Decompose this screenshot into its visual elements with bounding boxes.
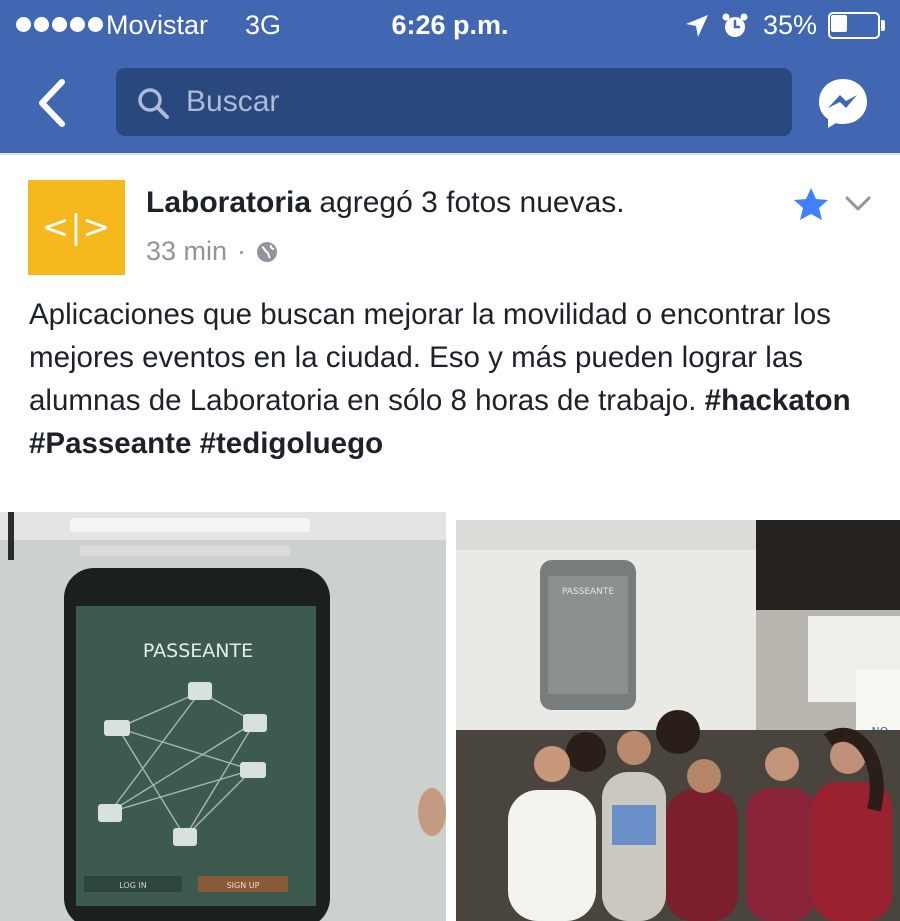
- search-placeholder: Buscar: [186, 85, 280, 118]
- status-bar: Movistar 3G 6:26 p.m. 35%: [0, 0, 900, 52]
- post-timestamp[interactable]: 33 min: [146, 236, 227, 267]
- hashtag-link[interactable]: #Passeante: [29, 427, 191, 460]
- search-input[interactable]: Buscar: [116, 68, 792, 136]
- photo-signup-label: SIGN UP: [227, 881, 260, 890]
- photo-login-label: LOG IN: [119, 881, 147, 890]
- hashtag-link[interactable]: #hackaton: [705, 384, 851, 417]
- post-photo-1[interactable]: PASSEANTE LOG IN SIGN UP: [0, 512, 446, 921]
- post-action: agregó 3 fotos nuevas.: [319, 186, 625, 219]
- meta-separator: ·: [237, 236, 247, 266]
- header-divider: [0, 153, 900, 155]
- back-chevron-icon[interactable]: [28, 76, 78, 130]
- photo2-app-title: PASSEANTE: [562, 587, 615, 597]
- app-header: Movistar 3G 6:26 p.m. 35% Buscar: [0, 0, 900, 153]
- hashtag-link[interactable]: #tedigoluego: [200, 427, 384, 460]
- search-icon: [138, 88, 169, 119]
- post-photo-2[interactable]: PASSEANTE NO: [456, 520, 900, 921]
- star-icon[interactable]: [792, 186, 830, 222]
- page-avatar[interactable]: <|>: [28, 180, 125, 275]
- page-name-link[interactable]: Laboratoria: [146, 186, 311, 219]
- post-meta: 33 min ·: [146, 236, 278, 267]
- photo-app-title: PASSEANTE: [143, 640, 253, 662]
- battery-icon: [828, 12, 886, 39]
- messenger-icon[interactable]: [816, 76, 870, 130]
- battery-percent: 35%: [763, 10, 818, 40]
- avatar-logo: <|>: [41, 207, 112, 246]
- chevron-down-icon[interactable]: [843, 190, 873, 216]
- alarm-icon: [722, 13, 748, 37]
- post-headline: Laboratoria agregó 3 fotos nuevas.: [146, 186, 625, 220]
- location-arrow-icon: [686, 15, 708, 37]
- globe-icon: [257, 241, 278, 262]
- post-text: Aplicaciones que buscan mejorar la movil…: [29, 293, 889, 465]
